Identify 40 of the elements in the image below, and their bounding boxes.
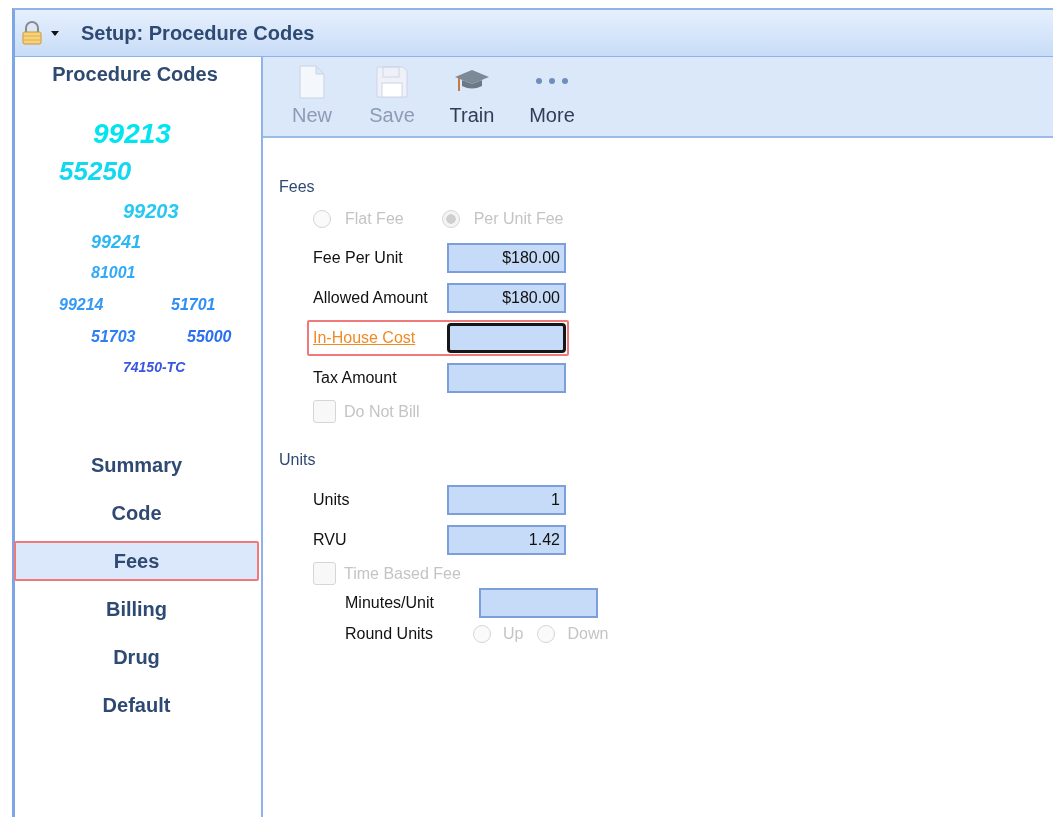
sidebar-title: Procedure Codes (51, 63, 219, 86)
code-tag[interactable]: 99203 (123, 201, 179, 221)
field-label: Allowed Amount (313, 289, 429, 307)
more-dots-icon (535, 77, 569, 85)
caret-icon[interactable] (51, 30, 59, 36)
lock-icon[interactable] (19, 20, 45, 46)
document-icon (298, 65, 326, 99)
field-label: Units (313, 491, 351, 509)
nav-item[interactable]: Summary (14, 445, 259, 485)
field-label: Tax Amount (313, 369, 398, 387)
field-link[interactable]: In-House Cost (313, 329, 447, 347)
input-field[interactable] (447, 323, 566, 353)
input-field[interactable]: 1.42 (447, 525, 566, 555)
toolbar-button[interactable]: Train (435, 57, 509, 135)
nav-item[interactable]: Billing (14, 589, 259, 629)
code-tag[interactable]: 55000 (187, 329, 232, 345)
window-title: Setup: Procedure Codes (81, 21, 315, 45)
toolbar-button[interactable]: More (515, 57, 589, 135)
code-tag[interactable]: 81001 (91, 265, 136, 281)
nav-item[interactable]: Default (14, 685, 259, 725)
section-heading: Units (279, 451, 317, 469)
code-tag[interactable]: 99214 (59, 297, 104, 313)
input-field[interactable] (447, 363, 566, 393)
code-tag[interactable]: 55250 (59, 158, 132, 184)
field-label: Round Units (345, 625, 435, 643)
field-label: Fee Per Unit (313, 249, 404, 267)
code-tag[interactable]: 74150-TC (123, 360, 186, 374)
code-tag[interactable]: 51701 (171, 297, 216, 313)
field-label: Minutes/Unit (345, 594, 435, 612)
nav-item[interactable]: Drug (14, 637, 259, 677)
input-field[interactable]: 1 (447, 485, 566, 515)
section-heading: Fees (279, 178, 316, 196)
input-field[interactable]: $180.00 (447, 283, 566, 313)
code-tag[interactable]: 99241 (91, 233, 142, 251)
input-field[interactable] (479, 588, 598, 618)
code-tag[interactable]: 51703 (91, 329, 136, 345)
field-label: RVU (313, 531, 348, 549)
input-field[interactable]: $180.00 (447, 243, 566, 273)
nav-item[interactable]: Code (14, 493, 259, 533)
nav-item[interactable]: Fees (14, 541, 259, 581)
